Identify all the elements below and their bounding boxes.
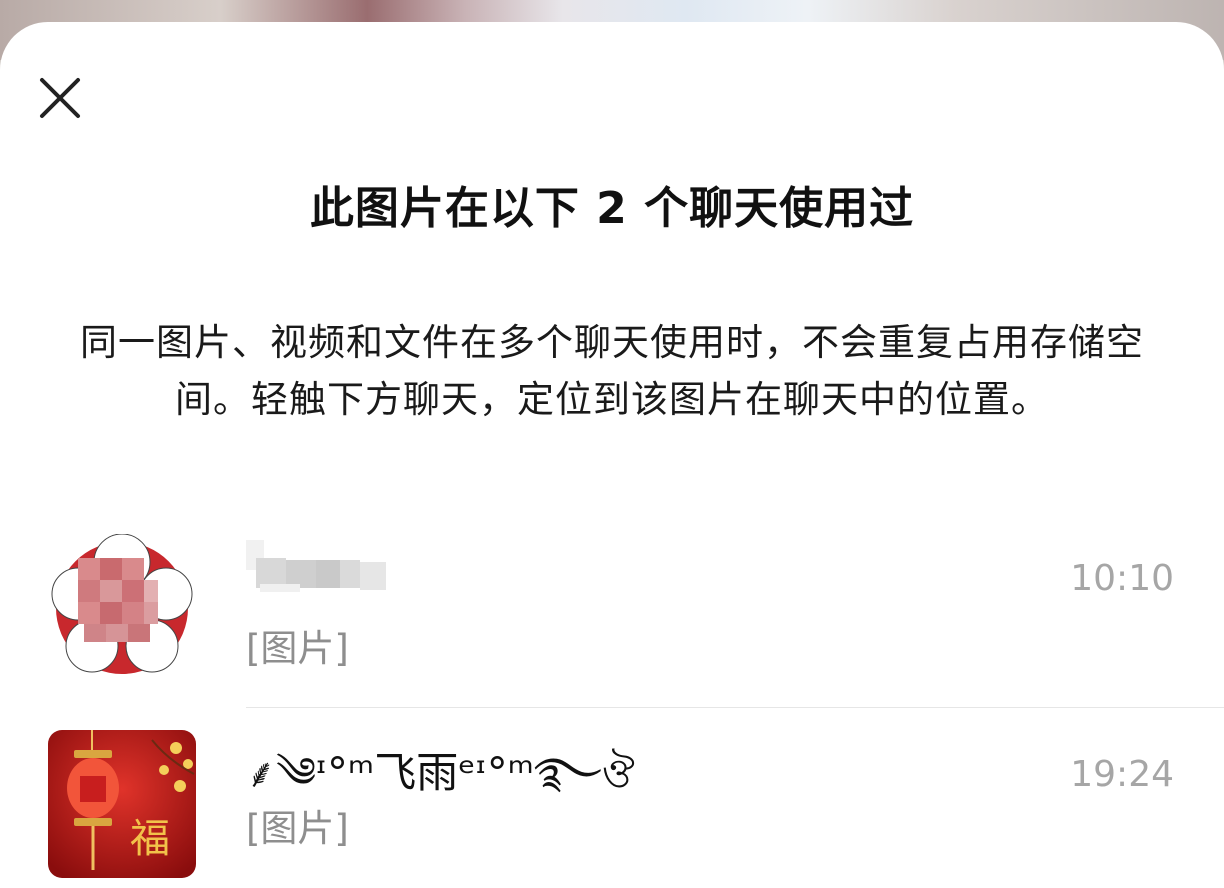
chat-time: 19:24 bbox=[1070, 754, 1174, 795]
avatar: 福 bbox=[48, 730, 196, 878]
chat-preview: [图片] bbox=[246, 627, 349, 670]
close-button[interactable] bbox=[34, 72, 86, 124]
chat-name-blurred bbox=[246, 540, 396, 606]
svg-text:福: 福 bbox=[130, 816, 170, 862]
red-lantern-fu-avatar-icon: 福 bbox=[48, 730, 196, 878]
chat-time: 10:10 bbox=[1070, 558, 1174, 599]
sheet-title: 此图片在以下 2 个聊天使用过 bbox=[309, 183, 915, 234]
usage-bottom-sheet: 此图片在以下 2 个聊天使用过 同一图片、视频和文件在多个聊天使用时，不会重复占… bbox=[0, 22, 1224, 888]
name-suffix-ornament: ঔ bbox=[601, 751, 635, 797]
sheet-description: 同一图片、视频和文件在多个聊天使用时，不会重复占用存储空间。轻触下方聊天，定位到… bbox=[80, 321, 1144, 421]
close-icon bbox=[40, 78, 80, 118]
avatar bbox=[48, 534, 196, 682]
pixelated-avatar-icon bbox=[48, 534, 196, 682]
chat-item[interactable]: 福 ⸙༄ᶦ°ᵐ飞雨ᵉᶦ°ᵐ࿐ঔ 19:24 [图片] bbox=[0, 708, 1224, 888]
chat-list: 10:10 [图片] 福 ⸙༄ᶦ°ᵐ飞雨ᵉᶦ°ᵐ࿐ঔ 19:24 [图片] bbox=[0, 500, 1224, 888]
chat-preview: [图片] bbox=[246, 807, 349, 850]
name-prefix-ornament: ⸙ bbox=[246, 751, 276, 797]
chat-name: ⸙༄ᶦ°ᵐ飞雨ᵉᶦ°ᵐ࿐ঔ bbox=[246, 748, 635, 797]
chat-item[interactable]: 10:10 [图片] bbox=[0, 500, 1224, 708]
